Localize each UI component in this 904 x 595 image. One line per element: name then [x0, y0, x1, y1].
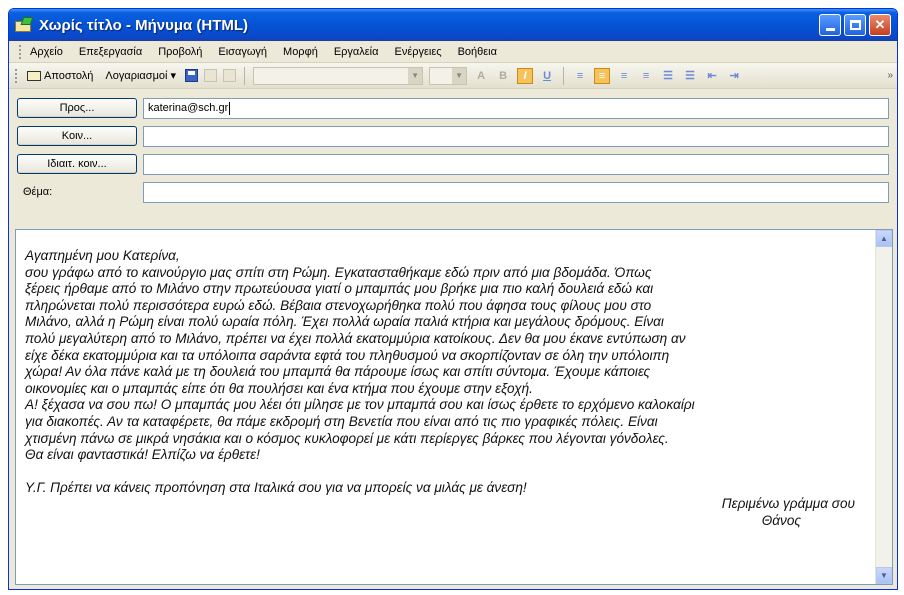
- cc-field[interactable]: [143, 125, 889, 147]
- accounts-button[interactable]: Λογαριασμοί ▾: [102, 68, 179, 83]
- accounts-label: Λογαριασμοί ▾: [105, 70, 177, 82]
- body-line: οικονομίες και ο μπαμπάς είπε ότι θα που…: [25, 380, 533, 396]
- message-body-text[interactable]: Αγαπημένη μου Κατερίνα, σου γράφω από το…: [16, 230, 875, 584]
- body-line: πληρώνεται πολύ περισσότερα ευρώ εδώ. Βέ…: [25, 297, 652, 313]
- chevron-down-icon: ▼: [408, 67, 423, 84]
- to-field[interactable]: katerina@sch.gr: [143, 97, 889, 119]
- bold-icon[interactable]: B: [495, 68, 511, 84]
- menu-insert[interactable]: Εισαγωγή: [218, 46, 267, 58]
- body-line: χτισμένη πάνω σε μικρά νησάκια και ο κόσ…: [25, 430, 669, 446]
- message-window: Χωρίς τίτλο - Μήνυμα (HTML) ✕ Αρχείο Επε…: [8, 8, 898, 590]
- send-button[interactable]: Αποστολή: [24, 69, 96, 83]
- toolbar-overflow-icon[interactable]: »: [887, 70, 893, 81]
- body-line: πολύ μεγαλύτερη από το Μιλάνο, πρέπει να…: [25, 330, 686, 346]
- menu-edit[interactable]: Επεξεργασία: [79, 46, 142, 58]
- bcc-button[interactable]: Ιδιαιτ. κοιν...: [17, 154, 137, 174]
- minimize-button[interactable]: [819, 14, 841, 36]
- window-title: Χωρίς τίτλο - Μήνυμα (HTML): [39, 16, 249, 34]
- subject-row: Θέμα:: [17, 180, 889, 204]
- menu-actions[interactable]: Ενέργειες: [395, 46, 442, 58]
- font-size-select[interactable]: ▼: [429, 66, 468, 85]
- body-line: για διακοπές. Αν τα καταφέρετε, θα πάμε …: [25, 413, 658, 429]
- scroll-up-icon[interactable]: ▲: [876, 230, 892, 247]
- print-icon[interactable]: [204, 69, 218, 82]
- body-line: είχε δέκα εκατομμύρια και τα υπόλοιπα σα…: [25, 347, 670, 363]
- title-bar[interactable]: Χωρίς τίτλο - Μήνυμα (HTML) ✕: [9, 9, 897, 41]
- cc-button[interactable]: Κοιν...: [17, 126, 137, 146]
- decrease-indent-icon[interactable]: ⇤: [704, 68, 720, 84]
- to-value: katerina@sch.gr: [148, 102, 229, 114]
- toolbar: Αποστολή Λογαριασμοί ▾ ▼ ▼ A B I U ≡ ≡ ≡…: [9, 63, 897, 89]
- menu-file[interactable]: Αρχείο: [30, 46, 63, 58]
- menu-bar: Αρχείο Επεξεργασία Προβολή Εισαγωγή Μορφ…: [9, 41, 897, 63]
- body-line: Μιλάνο, αλλά η Ρώμη είναι πολύ ωραία πόλ…: [25, 314, 664, 330]
- menu-grip[interactable]: [19, 44, 22, 59]
- body-line: Αγαπημένη μου Κατερίνα,: [25, 248, 180, 263]
- menu-tools[interactable]: Εργαλεία: [334, 46, 379, 58]
- close-button[interactable]: ✕: [869, 14, 891, 36]
- subject-field[interactable]: [143, 181, 889, 203]
- scroll-down-icon[interactable]: ▼: [876, 567, 892, 584]
- scroll-track[interactable]: [876, 247, 892, 567]
- align-left-icon[interactable]: ≡: [572, 68, 588, 84]
- menu-view[interactable]: Προβολή: [158, 46, 202, 58]
- body-line: ξέρεις ήρθαμε από το Μιλάνο στην πρωτεύο…: [25, 281, 654, 297]
- send-envelope-icon: [27, 70, 41, 81]
- font-color-icon[interactable]: A: [473, 68, 489, 84]
- body-line: σου γράφω από το καινούργιο μας σπίτι στ…: [25, 264, 652, 280]
- underline-icon[interactable]: U: [539, 68, 555, 84]
- align-center-icon[interactable]: ≡: [594, 67, 611, 84]
- increase-indent-icon[interactable]: ⇥: [726, 68, 742, 84]
- body-line: Θα είναι φανταστικά! Ελπίζω να έρθετε!: [25, 447, 260, 463]
- toolbar-grip[interactable]: [15, 68, 18, 83]
- text-caret: [229, 101, 231, 115]
- message-headers: Προς... katerina@sch.gr Κοιν... Ιδιαιτ. …: [9, 90, 897, 234]
- message-body[interactable]: Αγαπημένη μου Κατερίνα, σου γράφω από το…: [15, 229, 893, 585]
- subject-label: Θέμα:: [23, 186, 53, 198]
- menu-format[interactable]: Μορφή: [283, 46, 318, 58]
- chevron-down-icon: ▼: [452, 67, 467, 84]
- floppy-disk-icon[interactable]: [185, 69, 199, 82]
- send-label: Αποστολή: [44, 69, 94, 82]
- cc-row: Κοιν...: [17, 124, 889, 148]
- body-line: Α! ξέχασα να σου πω! Ο μπαμπάς μου λέει …: [25, 397, 695, 413]
- italic-icon[interactable]: I: [517, 67, 534, 84]
- body-line: χώρα! Αν όλα πάνε καλά με τη δουλειά του…: [25, 364, 651, 380]
- closing-line: Περιμένω γράμμα σου: [721, 496, 855, 512]
- paperclip-icon[interactable]: [223, 69, 237, 82]
- to-row: Προς... katerina@sch.gr: [17, 96, 889, 120]
- postscript: Υ.Γ. Πρέπει να κάνεις προπόνηση στα Ιταλ…: [25, 479, 527, 495]
- toolbar-separator: [244, 66, 246, 85]
- vertical-scrollbar[interactable]: ▲ ▼: [875, 230, 892, 584]
- toolbar-separator: [563, 66, 565, 85]
- font-select[interactable]: ▼: [253, 66, 424, 85]
- signature: Θάνος: [761, 512, 801, 528]
- bcc-row: Ιδιαιτ. κοιν...: [17, 152, 889, 176]
- to-button[interactable]: Προς...: [17, 98, 137, 118]
- bcc-field[interactable]: [143, 153, 889, 175]
- numbered-list-icon[interactable]: ☰: [660, 68, 676, 84]
- maximize-button[interactable]: [844, 14, 866, 36]
- align-right-icon[interactable]: ≡: [616, 68, 632, 84]
- bullet-list-icon[interactable]: ☰: [682, 68, 698, 84]
- justify-icon[interactable]: ≡: [638, 68, 654, 84]
- mail-envelope-icon: [15, 17, 34, 33]
- menu-help[interactable]: Βοήθεια: [458, 46, 497, 58]
